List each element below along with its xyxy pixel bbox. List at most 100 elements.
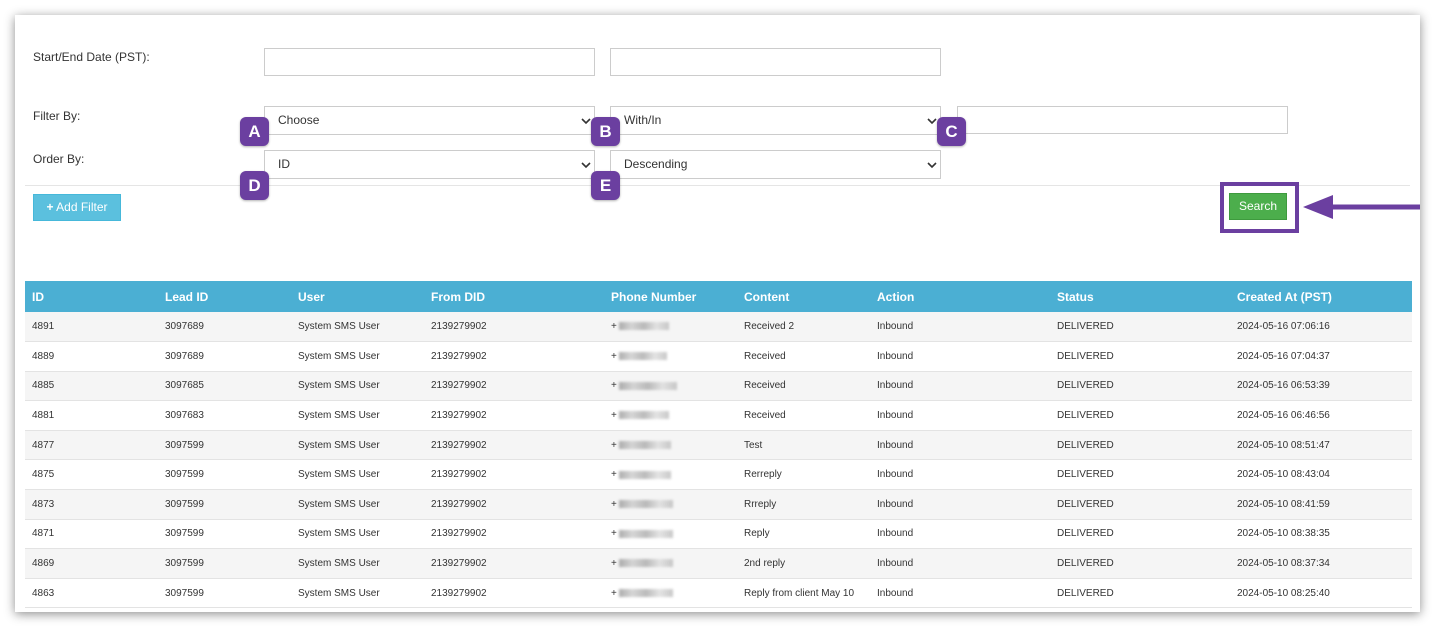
cell-lead-id: 3097685 [158,371,291,401]
cell-from-did-text: 2139279902 [431,380,487,392]
cell-from-did: 2139279902 [424,371,604,401]
cell-phone: + [604,519,737,549]
cell-lead-id: 3097599 [158,430,291,460]
cell-status: DELIVERED [1050,401,1230,431]
cell-id: 4877 [25,430,158,460]
cell-user-text: System SMS User [298,439,380,451]
cell-content: Test [737,430,870,460]
cell-id: 4873 [25,490,158,520]
cell-content: Reply [737,519,870,549]
cell-user: System SMS User [291,371,424,401]
redacted-phone [618,589,673,597]
cell-id: 4885 [25,371,158,401]
cell-content: 2nd reply [737,549,870,579]
filter-operator-select[interactable]: With/In [610,106,941,135]
cell-action-text: Inbound [877,469,914,481]
redacted-phone [618,441,671,450]
table-row[interactable]: 4889 3097689 System SMS User 2139279902 + Rec… [25,342,1412,372]
cell-user-text: System SMS User [298,410,380,422]
cell-phone: + [604,401,737,431]
cell-lead-id-text: 3097689 [165,350,204,362]
table-row[interactable]: 4891 3097689 System SMS User 2139279902 + Rec… [25,312,1412,342]
add-filter-button[interactable]: + Add Filter [33,194,121,221]
cell-content: Received [737,401,870,431]
redacted-phone [618,529,673,538]
table-row[interactable]: 4877 3097599 System SMS User 2139279902 + Tes… [25,430,1412,460]
order-direction-select[interactable]: Descending [610,150,941,179]
cell-user-text: System SMS User [298,321,380,333]
column-header-content[interactable]: Content [737,281,870,312]
column-header-id[interactable]: ID [25,281,158,312]
cell-status-text: DELIVERED [1057,587,1114,599]
cell-content-text: Rrreply [744,498,777,510]
cell-content-text: Received [744,410,786,422]
cell-from-did-text: 2139279902 [431,587,487,599]
table-row[interactable]: 4881 3097683 System SMS User 2139279902 + Rec… [25,401,1412,431]
column-header-created-at[interactable]: Created At (PST) [1230,281,1412,312]
cell-lead-id-text: 3097599 [165,439,204,451]
column-header-user[interactable]: User [291,281,424,312]
start-date-input[interactable] [264,48,595,76]
cell-from-did: 2139279902 [424,342,604,372]
cell-from-did: 2139279902 [424,430,604,460]
table-row[interactable]: 4869 3097599 System SMS User 2139279902 +2nd… [25,548,1412,579]
cell-lead-id-text: 3097599 [165,587,204,599]
table-row[interactable]: 4871 3097599 System SMS User 2139279902 + Rep… [25,519,1412,549]
cell-status-text: DELIVERED [1057,469,1114,481]
cell-from-did: 2139279902 [424,312,604,342]
cell-content-text: Received [744,380,786,392]
table-row[interactable]: 4863 3097599 System SMS User 2139279902 + Rep… [25,578,1412,608]
order-field-select[interactable]: ID [264,150,595,179]
cell-action-text: Inbound [877,410,914,422]
cell-status: DELIVERED [1050,342,1230,372]
end-date-input[interactable] [610,48,941,76]
cell-from-did-text: 2139279902 [431,498,487,510]
cell-content-text: Received 2 [744,321,795,333]
table-row[interactable]: 4873 3097599 System SMS User 2139279902 + Rrr… [25,489,1412,520]
cell-status-text: DELIVERED [1057,321,1114,333]
arrow-left-icon [1303,195,1420,219]
search-button[interactable]: Search [1229,193,1287,220]
cell-id-text: 4891 [32,321,55,333]
chevron-down-icon [927,118,937,125]
cell-from-did: 2139279902 [424,549,604,579]
cell-content: Received [737,342,870,372]
filter-field-select[interactable]: Choose [264,106,595,135]
sms-log-panel: Start/End Date (PST): Filter By: Choose … [15,15,1420,612]
column-header-from-did[interactable]: From DID [424,281,604,312]
redacted-phone [618,381,677,390]
column-header-action[interactable]: Action [870,281,1050,312]
cell-created: 2024-05-10 08:38:35 [1230,519,1412,549]
cell-content-text: Reply from client May 10 [744,587,855,599]
cell-created: 2024-05-10 08:41:59 [1230,490,1412,520]
cell-phone-text: + [611,321,617,333]
cell-action: Inbound [870,519,1050,549]
cell-status-text: DELIVERED [1057,498,1114,510]
cell-from-did-text: 2139279902 [431,350,487,362]
chevron-down-icon [581,162,591,169]
cell-user-text: System SMS User [298,350,380,362]
column-header-lead-id[interactable]: Lead ID [158,281,291,312]
cell-user: System SMS User [291,430,424,460]
cell-status: DELIVERED [1050,460,1230,490]
cell-lead-id-text: 3097599 [165,469,204,481]
table-row[interactable]: 4885 3097685 System SMS User 2139279902 + Rec… [25,371,1412,401]
table-row[interactable]: 4875 3097599 System SMS User 2139279902 + Rer… [25,460,1412,490]
cell-created-text: 2024-05-10 08:25:40 [1237,587,1330,599]
cell-phone: + [604,490,737,520]
cell-from-did-text: 2139279902 [431,469,487,481]
cell-lead-id: 3097689 [158,342,291,372]
cell-action: Inbound [870,401,1050,431]
cell-id: 4891 [25,312,158,342]
filter-value-input[interactable] [957,106,1288,134]
order-direction-value: Descending [624,157,688,171]
callout-badge-b: B [591,117,620,146]
cell-id-text: 4871 [32,528,55,540]
cell-id-text: 4863 [32,587,55,599]
cell-created-text: 2024-05-16 06:46:56 [1237,410,1330,422]
cell-id: 4881 [25,401,158,431]
cell-created: 2024-05-16 06:53:39 [1230,371,1412,401]
column-header-status[interactable]: Status [1050,281,1230,312]
column-header-phone-number[interactable]: Phone Number [604,281,737,312]
cell-action-text: Inbound [877,350,914,362]
